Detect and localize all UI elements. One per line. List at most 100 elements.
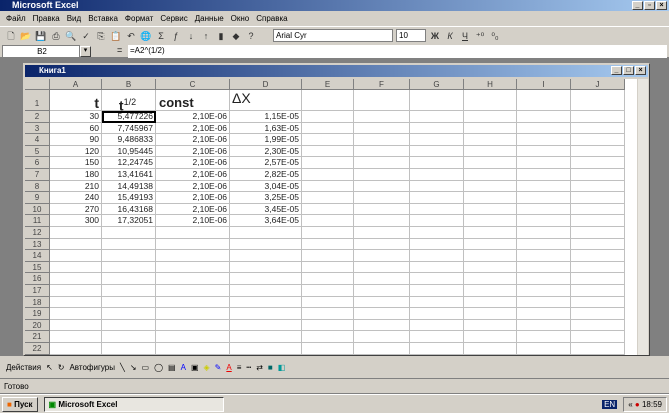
cell-E13[interactable]: [302, 238, 354, 251]
line-style-icon[interactable]: ≡: [237, 363, 242, 372]
cell-B3[interactable]: 7,745967: [102, 122, 156, 135]
cell-J21[interactable]: [571, 331, 625, 343]
row-header[interactable]: 14: [25, 250, 50, 262]
cell-C21[interactable]: [156, 331, 230, 343]
cell-H10[interactable]: [464, 203, 517, 216]
cell-G14[interactable]: [410, 250, 464, 262]
cell-E8[interactable]: [302, 180, 354, 193]
cell-A8[interactable]: 210: [50, 180, 102, 193]
cell-B12[interactable]: [102, 227, 156, 239]
cell-A12[interactable]: [50, 227, 102, 239]
cell-B6[interactable]: 12,24745: [102, 157, 156, 169]
select-all[interactable]: [25, 79, 50, 90]
cell-G1[interactable]: [410, 90, 464, 111]
cell-J20[interactable]: [571, 319, 625, 332]
cell-G16[interactable]: [410, 273, 464, 285]
cell-E6[interactable]: [302, 157, 354, 169]
new-icon[interactable]: 🗋: [5, 30, 17, 42]
cell-H7[interactable]: [464, 169, 517, 181]
cell-J12[interactable]: [571, 227, 625, 239]
cell-B17[interactable]: [102, 285, 156, 297]
cell-I15[interactable]: [517, 261, 571, 274]
textbox-icon[interactable]: ▤: [168, 363, 176, 372]
cell-F18[interactable]: [354, 296, 410, 309]
cell-E11[interactable]: [302, 215, 354, 227]
language-indicator[interactable]: EN: [602, 399, 618, 409]
cell-C18[interactable]: [156, 296, 230, 309]
cell-A19[interactable]: [50, 308, 102, 320]
cell-D1[interactable]: ΔX: [230, 90, 302, 111]
cell-G8[interactable]: [410, 180, 464, 193]
row-header[interactable]: 13: [25, 238, 50, 251]
cell-A11[interactable]: 300: [50, 215, 102, 227]
cell-H14[interactable]: [464, 250, 517, 262]
wb-minimize-button[interactable]: _: [611, 66, 622, 75]
cell-C5[interactable]: 2,10E-06: [156, 145, 230, 158]
cell-H11[interactable]: [464, 215, 517, 227]
cell-B1[interactable]: t1/2: [102, 90, 156, 114]
cell-C8[interactable]: 2,10E-06: [156, 180, 230, 193]
cell-E9[interactable]: [302, 192, 354, 204]
cell-C10[interactable]: 2,10E-06: [156, 203, 230, 216]
undo-icon[interactable]: ↶: [125, 30, 137, 42]
cell-G15[interactable]: [410, 261, 464, 274]
cell-H12[interactable]: [464, 227, 517, 239]
row-header[interactable]: 19: [25, 308, 50, 320]
cell-I9[interactable]: [517, 192, 571, 204]
cell-H13[interactable]: [464, 238, 517, 251]
row-header[interactable]: 7: [25, 169, 50, 181]
chart-icon[interactable]: ▮: [215, 30, 227, 42]
cell-C11[interactable]: 2,10E-06: [156, 215, 230, 227]
dash-style-icon[interactable]: ┅: [246, 363, 251, 372]
cell-B8[interactable]: 14,49138: [102, 180, 156, 193]
cell-E20[interactable]: [302, 319, 354, 332]
cell-D9[interactable]: 3,25E-05: [230, 192, 302, 204]
cell-I21[interactable]: [517, 331, 571, 343]
cell-D6[interactable]: 2,57E-05: [230, 157, 302, 169]
cell-F12[interactable]: [354, 227, 410, 239]
cell-G10[interactable]: [410, 203, 464, 216]
cell-E12[interactable]: [302, 227, 354, 239]
cell-J4[interactable]: [571, 134, 625, 146]
cell-J15[interactable]: [571, 261, 625, 274]
cell-J8[interactable]: [571, 180, 625, 193]
cell-I11[interactable]: [517, 215, 571, 227]
cell-D13[interactable]: [230, 238, 302, 251]
cell-D19[interactable]: [230, 308, 302, 320]
cell-I4[interactable]: [517, 134, 571, 146]
underline-button[interactable]: Ч: [459, 30, 471, 42]
cell-E7[interactable]: [302, 169, 354, 181]
sort-desc-icon[interactable]: ↑: [200, 30, 212, 42]
cell-H8[interactable]: [464, 180, 517, 193]
cell-C13[interactable]: [156, 238, 230, 251]
cell-J19[interactable]: [571, 308, 625, 320]
cell-I20[interactable]: [517, 319, 571, 332]
cell-E16[interactable]: [302, 273, 354, 285]
cell-D14[interactable]: [230, 250, 302, 262]
fill-color-icon[interactable]: ◈: [204, 363, 210, 372]
cell-D16[interactable]: [230, 273, 302, 285]
cell-D8[interactable]: 3,04E-05: [230, 180, 302, 193]
restore-button[interactable]: ▫: [644, 1, 655, 10]
name-box-dropdown[interactable]: ▾: [80, 46, 91, 57]
line-color-icon[interactable]: ✎: [215, 363, 222, 372]
decrease-decimal-icon[interactable]: ⁰₀: [489, 30, 501, 42]
cell-E10[interactable]: [302, 203, 354, 216]
row-header[interactable]: 20: [25, 319, 50, 332]
cell-J22[interactable]: [571, 343, 625, 355]
cell-B2[interactable]: 5,477226: [102, 111, 156, 123]
cell-G9[interactable]: [410, 192, 464, 204]
cell-G18[interactable]: [410, 296, 464, 309]
cell-D5[interactable]: 2,30E-05: [230, 145, 302, 158]
cell-H22[interactable]: [464, 343, 517, 355]
cell-A16[interactable]: [50, 273, 102, 285]
cell-D4[interactable]: 1,99E-05: [230, 134, 302, 146]
cell-B15[interactable]: [102, 261, 156, 274]
row-header[interactable]: 21: [25, 331, 50, 343]
cell-J9[interactable]: [571, 192, 625, 204]
cell-C17[interactable]: [156, 285, 230, 297]
cell-E18[interactable]: [302, 296, 354, 309]
italic-button[interactable]: К: [444, 30, 456, 42]
column-header[interactable]: G: [410, 79, 464, 90]
cell-C1[interactable]: const: [156, 90, 230, 111]
